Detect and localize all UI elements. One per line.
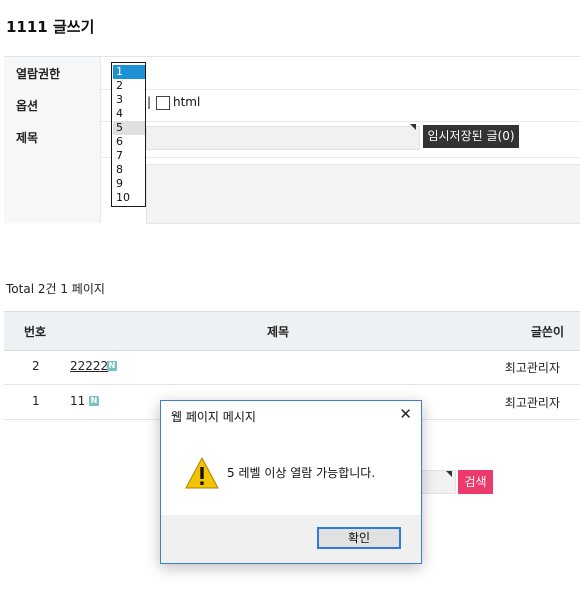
level-option[interactable]: 5 [113, 121, 145, 135]
options-label: 옵션 [16, 99, 39, 113]
level-option[interactable]: 10 [113, 191, 145, 205]
post-number: 1 [32, 394, 40, 408]
html-label: html [173, 95, 201, 109]
column-author: 글쓴이 [530, 325, 564, 339]
page-title: 1111 글쓰기 [6, 18, 95, 36]
ok-button[interactable]: 확인 [317, 527, 401, 549]
content-editor[interactable] [146, 164, 580, 224]
post-title-link[interactable]: 11 [70, 394, 85, 408]
table-row: 2 22222 N 최고관리자 [4, 349, 580, 385]
form-row-read-permission: 열람권한 [4, 57, 580, 90]
level-option[interactable]: 1 [113, 65, 145, 79]
level-option[interactable]: 4 [113, 107, 145, 121]
html-checkbox[interactable] [156, 96, 170, 110]
list-header: 번호 제목 글쓴이 [4, 311, 580, 351]
level-option[interactable]: 6 [113, 135, 145, 149]
search-button[interactable]: 검색 [458, 470, 493, 494]
level-option[interactable]: 7 [113, 149, 145, 163]
read-level-listbox[interactable]: 1 2 3 4 5 6 7 8 9 10 [111, 62, 146, 207]
option-separator: | [147, 95, 152, 109]
post-number: 2 [32, 359, 40, 373]
level-option[interactable]: 3 [113, 93, 145, 107]
resize-corner-icon [410, 124, 416, 130]
post-author: 최고관리자 [504, 361, 560, 375]
total-count: Total 2건 1 페이지 [6, 282, 105, 296]
close-icon[interactable]: ✕ [399, 405, 412, 423]
level-option[interactable]: 9 [113, 177, 145, 191]
level-option[interactable]: 8 [113, 163, 145, 177]
dialog-footer: 확인 [161, 515, 421, 563]
draft-posts-button[interactable]: 임시저장된 글(0) [423, 125, 519, 148]
form-row-options: 옵션 [4, 89, 580, 122]
column-num: 번호 [24, 325, 47, 339]
subject-input[interactable] [146, 126, 420, 150]
new-post-icon: N [107, 361, 117, 371]
warning-icon [185, 457, 219, 489]
post-author: 최고관리자 [504, 396, 560, 410]
new-post-icon: N [89, 396, 99, 406]
level-option[interactable]: 2 [113, 79, 145, 93]
dialog-message: 5 레벨 이상 열람 가능합니다. [227, 466, 376, 480]
post-title-link[interactable]: 22222 [70, 359, 108, 373]
resize-corner-icon [446, 471, 452, 477]
message-dialog: 웹 페이지 메시지 ✕ 5 레벨 이상 열람 가능합니다. 확인 [160, 400, 422, 564]
column-title: 제목 [267, 325, 290, 339]
subject-label: 제목 [16, 131, 39, 145]
read-permission-label: 열람권한 [16, 67, 61, 81]
dialog-title: 웹 페이지 메시지 [171, 410, 256, 424]
